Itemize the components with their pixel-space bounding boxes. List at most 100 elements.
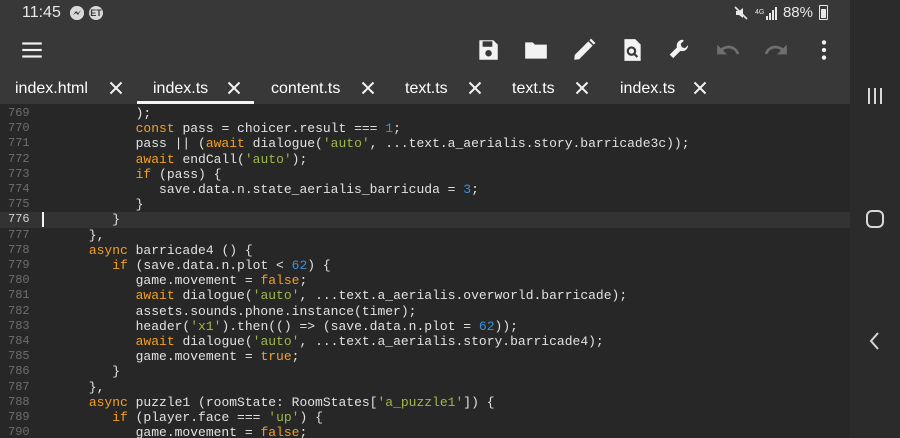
tab-text-ts-2[interactable]: text.ts [496, 74, 603, 104]
tab-label: text.ts [512, 80, 555, 97]
code-text: if (save.data.n.plot < 62) { [42, 258, 330, 273]
code-text: await dialogue('auto', ...text.a_aeriali… [42, 288, 628, 304]
code-token-plain: (save.data.n.plot < [127, 258, 292, 273]
code-token-kw: false [260, 425, 300, 438]
undo-button[interactable] [710, 32, 746, 68]
code-line[interactable]: 769 ); [0, 106, 850, 121]
code-line[interactable]: 790 game.movement = false; [0, 425, 850, 438]
code-line[interactable]: 779 if (save.data.n.plot < 62) { [0, 258, 850, 273]
code-text: game.movement = true; [42, 349, 300, 364]
code-text: game.movement = false; [42, 273, 308, 288]
tab-content-ts[interactable]: content.ts [254, 74, 389, 104]
redo-button[interactable] [758, 32, 794, 68]
more-button[interactable] [806, 32, 842, 68]
close-icon[interactable] [361, 81, 375, 95]
close-icon[interactable] [468, 81, 482, 95]
code-text: header('x1').then(() => (save.data.n.plo… [42, 319, 518, 334]
code-token-plain: dialogue( [244, 136, 323, 152]
code-line[interactable]: 772 await endCall('auto'); [0, 152, 850, 167]
code-line[interactable]: 777 }, [0, 228, 850, 243]
code-line[interactable]: 787 }, [0, 380, 850, 395]
home-icon[interactable] [863, 207, 887, 231]
line-number: 782 [8, 303, 30, 318]
code-token-plain: }, [42, 227, 105, 243]
edit-button[interactable] [566, 32, 602, 68]
code-token-num: 62 [291, 258, 308, 273]
status-time: 11:45 [22, 4, 61, 21]
menu-icon [22, 42, 42, 58]
tab-label: index.ts [153, 80, 209, 97]
code-line[interactable]: 781 await dialogue('auto', ...text.a_aer… [0, 288, 850, 303]
code-line[interactable]: 773 if (pass) { [0, 167, 850, 182]
tab-index-ts[interactable]: index.ts [137, 74, 254, 104]
recents-icon[interactable] [863, 84, 887, 108]
code-editor-app: 11:45 ET 4G 88% index.html index.ts cont… [0, 0, 850, 438]
code-line[interactable]: 776 } [0, 212, 850, 228]
tools-button[interactable] [662, 32, 698, 68]
close-icon[interactable] [109, 81, 123, 95]
save-button[interactable] [470, 32, 506, 68]
code-line[interactable]: 780 game.movement = false; [0, 273, 850, 288]
code-token-plain: ); [42, 106, 152, 121]
menu-button[interactable] [14, 32, 50, 68]
status-bar: 11:45 ET 4G 88% [0, 0, 850, 26]
code-text: } [42, 212, 120, 227]
code-line[interactable]: 785 game.movement = true; [0, 349, 850, 364]
code-text: save.data.n.state_aerialis_barricuda = 3… [42, 182, 479, 197]
file-tabs: index.html index.ts content.ts text.ts t… [0, 74, 850, 104]
et-icon: ET [89, 6, 103, 20]
line-number: 773 [8, 166, 30, 181]
code-line[interactable]: 783 header('x1').then(() => (save.data.n… [0, 319, 850, 334]
close-icon[interactable] [575, 81, 589, 95]
tab-text-ts[interactable]: text.ts [389, 74, 496, 104]
code-line[interactable]: 789 if (player.face === 'up') { [0, 410, 850, 425]
code-line[interactable]: 775 } [0, 197, 850, 212]
code-line[interactable]: 778 async barricade4 () { [0, 243, 850, 258]
find-button[interactable] [614, 32, 650, 68]
open-folder-button[interactable] [518, 32, 554, 68]
code-token-str: 'a_puzzle1' [377, 394, 464, 410]
code-text: pass || (await dialogue('auto', ...text.… [42, 136, 690, 151]
code-token-num: 1 [385, 121, 394, 137]
code-editor[interactable]: 769 ); 770 const pass = choicer.result ==… [0, 104, 850, 438]
code-token-plain: ); [291, 151, 308, 167]
status-indicators: 4G 88% [733, 4, 828, 21]
code-token-num: 3 [463, 182, 472, 197]
tab-index-ts-2[interactable]: index.ts [603, 74, 718, 104]
code-token-str: 'up' [268, 410, 300, 425]
code-token-kw: async [88, 394, 128, 410]
code-token-kw: async [88, 242, 128, 258]
close-icon[interactable] [227, 81, 241, 95]
code-token-plain: } [42, 364, 121, 380]
code-line[interactable]: 771 pass || (await dialogue('auto', ...t… [0, 136, 850, 151]
code-token-plain: } [42, 212, 121, 228]
code-line[interactable]: 786 } [0, 364, 850, 379]
code-line[interactable]: 782 assets.sounds.phone.instance(timer); [0, 304, 850, 319]
code-line[interactable]: 788 async puzzle1 (roomState: RoomStates… [0, 395, 850, 410]
back-icon[interactable] [863, 329, 887, 353]
line-number: 781 [8, 288, 30, 303]
code-token-kw: await [135, 334, 175, 349]
signal-icon: 4G [755, 6, 777, 20]
code-line[interactable]: 770 const pass = choicer.result === 1; [0, 121, 850, 136]
code-line[interactable]: 784 await dialogue('auto', ...text.a_aer… [0, 334, 850, 349]
line-number: 784 [8, 334, 30, 348]
battery-icon [819, 5, 828, 20]
close-icon[interactable] [693, 81, 707, 95]
line-number: 789 [8, 410, 30, 424]
code-token-plain: dialogue( [174, 288, 253, 304]
code-token-plain: )); [494, 318, 518, 334]
code-token-plain: dialogue( [174, 334, 253, 349]
code-token-str: 'auto' [244, 151, 292, 167]
tab-label: index.ts [620, 80, 676, 97]
code-line[interactable]: 774 save.data.n.state_aerialis_barricuda… [0, 182, 850, 197]
tab-index-html[interactable]: index.html [0, 74, 137, 104]
code-token-plain: header( [42, 318, 191, 334]
line-number: 775 [8, 197, 30, 212]
code-token-plain: ; [299, 425, 308, 438]
line-number: 772 [8, 151, 30, 166]
line-number: 776 [8, 212, 30, 227]
